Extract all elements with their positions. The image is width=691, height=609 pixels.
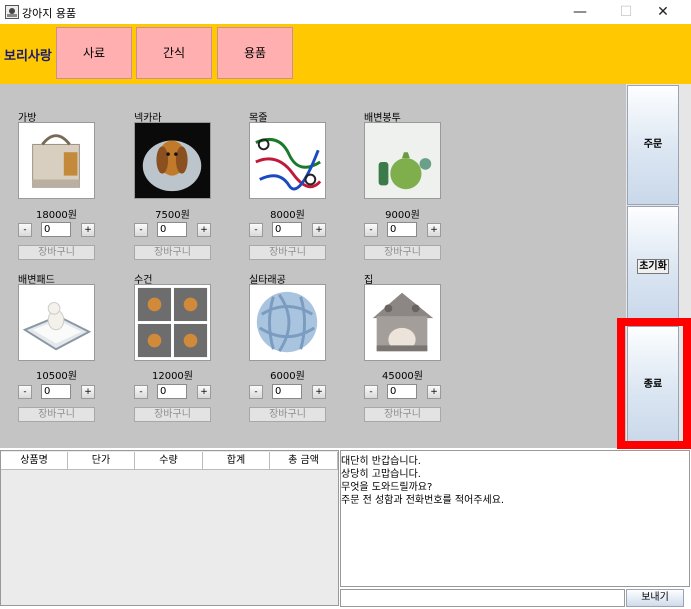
neck-collar-image[interactable] (134, 122, 211, 199)
close-button[interactable]: ✕ (645, 0, 681, 24)
product-price: 12000원 (151, 371, 193, 382)
qty-plus-button[interactable]: + (427, 385, 441, 399)
tab-snack[interactable]: 간식 (136, 27, 212, 79)
send-button[interactable]: 보내기 (626, 589, 684, 607)
add-to-cart-button[interactable]: 장바구니 (134, 407, 211, 422)
maximize-button[interactable]: ☐ (608, 0, 644, 24)
leash-image[interactable] (249, 122, 326, 199)
add-to-cart-button[interactable]: 장바구니 (364, 407, 441, 422)
table-header-subtotal[interactable]: 합계 (203, 452, 270, 470)
table-header-quantity[interactable]: 수량 (135, 452, 203, 470)
poop-bag-image[interactable] (364, 122, 441, 199)
add-to-cart-button[interactable]: 장바구니 (249, 245, 326, 260)
table-header-unit-price[interactable]: 단가 (68, 452, 135, 470)
table-header-total[interactable]: 총 금액 (270, 452, 338, 470)
order-button[interactable]: 주문 (627, 85, 679, 205)
window-title: 강아지 용품 (22, 7, 77, 20)
minimize-button[interactable]: — (562, 0, 598, 24)
qty-plus-button[interactable]: + (197, 223, 211, 237)
product-price: 18000원 (35, 210, 77, 221)
qty-plus-button[interactable]: + (197, 385, 211, 399)
qty-plus-button[interactable]: + (312, 385, 326, 399)
add-to-cart-button[interactable]: 장바구니 (249, 407, 326, 422)
qty-plus-button[interactable]: + (81, 223, 95, 237)
quantity-field[interactable]: 0 (157, 384, 187, 399)
chat-line: 주문 전 성함과 전화번호를 적어주세요. (341, 495, 505, 506)
reset-button-label[interactable]: 초기화 (637, 259, 669, 274)
qty-minus-button[interactable]: - (249, 385, 263, 399)
product-price: 9000원 (385, 210, 420, 221)
quantity-field[interactable]: 0 (157, 222, 187, 237)
order-table[interactable] (0, 450, 339, 606)
table-header-product[interactable]: 상품명 (1, 452, 68, 470)
message-input[interactable] (340, 589, 625, 607)
product-price: 45000원 (381, 371, 423, 382)
quantity-field[interactable]: 0 (387, 384, 417, 399)
qty-minus-button[interactable]: - (134, 385, 148, 399)
quantity-field[interactable]: 0 (272, 384, 302, 399)
qty-minus-button[interactable]: - (18, 223, 32, 237)
qty-minus-button[interactable]: - (364, 223, 378, 237)
product-price: 6000원 (270, 371, 305, 382)
highlight-box (617, 318, 691, 449)
qty-plus-button[interactable]: + (81, 385, 95, 399)
qty-minus-button[interactable]: - (134, 223, 148, 237)
qty-plus-button[interactable]: + (427, 223, 441, 237)
quantity-field[interactable]: 0 (272, 222, 302, 237)
quantity-field[interactable]: 0 (41, 222, 71, 237)
qty-minus-button[interactable]: - (364, 385, 378, 399)
dog-house-image[interactable] (364, 284, 441, 361)
bag-image[interactable] (18, 122, 95, 199)
brand-label: 보리사랑 (4, 49, 52, 64)
qty-minus-button[interactable]: - (249, 223, 263, 237)
product-price: 7500원 (155, 210, 190, 221)
add-to-cart-button[interactable]: 장바구니 (364, 245, 441, 260)
pee-pad-image[interactable] (18, 284, 95, 361)
quantity-field[interactable]: 0 (387, 222, 417, 237)
add-to-cart-button[interactable]: 장바구니 (18, 245, 95, 260)
app-icon (5, 5, 19, 19)
product-price: 8000원 (270, 210, 305, 221)
qty-plus-button[interactable]: + (312, 223, 326, 237)
qty-minus-button[interactable]: - (18, 385, 32, 399)
product-price: 10500원 (35, 371, 77, 382)
add-to-cart-button[interactable]: 장바구니 (18, 407, 95, 422)
tab-food[interactable]: 사료 (56, 27, 132, 79)
quantity-field[interactable]: 0 (41, 384, 71, 399)
tab-supplies[interactable]: 용품 (217, 27, 293, 79)
rope-ball-image[interactable] (249, 284, 326, 361)
towel-image[interactable] (134, 284, 211, 361)
add-to-cart-button[interactable]: 장바구니 (134, 245, 211, 260)
